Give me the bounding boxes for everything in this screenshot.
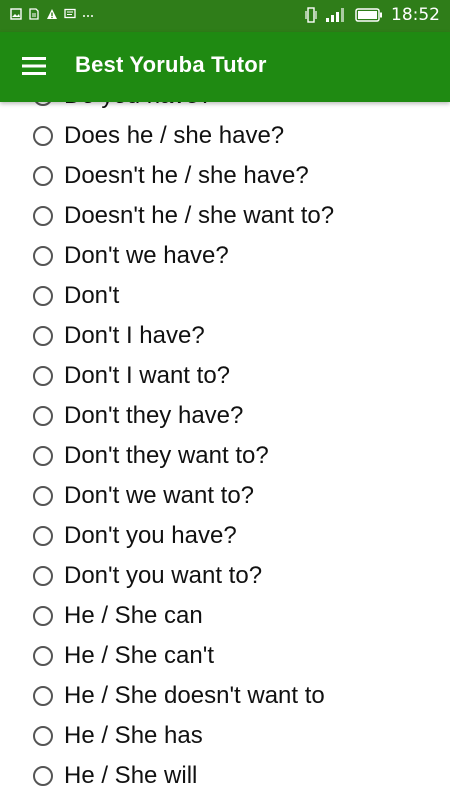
option-label: Don't we want to? [64,482,255,509]
system-status: 18:52 [305,5,440,25]
option-item[interactable]: Don't you want to? [0,556,450,596]
radio-button[interactable] [33,686,53,706]
radio-button[interactable] [33,606,53,626]
app-bar: Best Yoruba Tutor [0,32,450,102]
option-label: Don't I have? [64,322,205,349]
clock-time: 18:52 [391,5,440,25]
option-item[interactable]: Don't I have? [0,316,450,356]
option-item[interactable]: Don't I want to? [0,356,450,396]
option-item[interactable]: Does he / she have? [0,116,450,156]
vibrate-icon [305,7,317,23]
option-item[interactable]: Don't we want to? [0,476,450,516]
radio-button[interactable] [33,286,53,306]
radio-button[interactable] [33,246,53,266]
radio-button[interactable] [33,566,53,586]
option-label: He / She can [64,602,203,629]
radio-button[interactable] [33,206,53,226]
answer-options-list: Do you have?Does he / she have?Doesn't h… [0,76,450,796]
option-item[interactable]: Doesn't he / she want to? [0,196,450,236]
option-label: He / She doesn't want to [64,682,325,709]
status-bar: 18:52 [0,0,450,32]
option-label: Doesn't he / she want to? [64,202,335,229]
option-item[interactable]: Doesn't he / she have? [0,156,450,196]
radio-button[interactable] [33,326,53,346]
radio-button[interactable] [33,726,53,746]
signal-icon [326,8,344,22]
option-label: Don't we have? [64,242,229,269]
option-label: Don't [64,282,120,309]
message-icon [64,8,76,19]
option-label: He / She can't [64,642,214,669]
option-label: Don't you want to? [64,562,263,589]
option-label: Don't they have? [64,402,244,429]
option-label: Don't I want to? [64,362,231,389]
radio-button[interactable] [33,526,53,546]
option-item[interactable]: He / She has [0,716,450,756]
radio-button[interactable] [33,406,53,426]
option-item[interactable]: Don't we have? [0,236,450,276]
option-item[interactable]: Don't they want to? [0,436,450,476]
hamburger-menu-icon[interactable] [20,54,48,78]
option-item[interactable]: He / She can't [0,636,450,676]
radio-button[interactable] [33,366,53,386]
option-label: He / She will [64,762,198,789]
radio-button[interactable] [33,646,53,666]
sim-icon [29,8,39,20]
radio-button[interactable] [33,126,53,146]
option-label: Does he / she have? [64,122,285,149]
more-icon [83,15,93,17]
option-item[interactable]: He / She can [0,596,450,636]
option-item[interactable]: Don't [0,276,450,316]
option-label: He / She has [64,722,203,749]
radio-button[interactable] [33,166,53,186]
radio-button[interactable] [33,766,53,786]
option-label: Don't you have? [64,522,237,549]
option-label: Don't they want to? [64,442,269,469]
option-item[interactable]: He / She doesn't want to [0,676,450,716]
option-item[interactable]: Don't they have? [0,396,450,436]
radio-button[interactable] [33,486,53,506]
radio-button[interactable] [33,446,53,466]
battery-icon [355,8,382,22]
option-label: Doesn't he / she have? [64,162,309,189]
image-icon [10,8,22,20]
warning-icon [47,9,57,19]
app-title: Best Yoruba Tutor [75,52,267,77]
option-item[interactable]: He / She will [0,756,450,796]
notification-icons [10,8,94,20]
option-item[interactable]: Don't you have? [0,516,450,556]
